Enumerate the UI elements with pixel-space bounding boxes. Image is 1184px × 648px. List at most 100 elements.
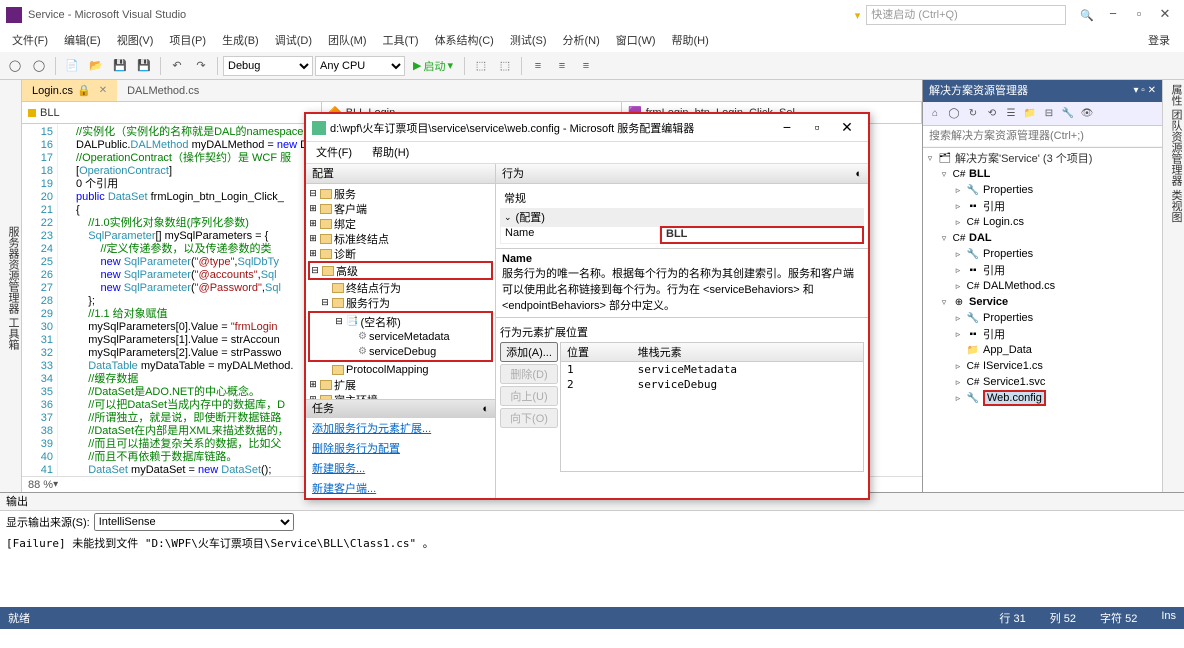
- close-icon[interactable]: ✕: [99, 80, 107, 102]
- tree-node[interactable]: ▹C#IService1.cs: [925, 358, 1160, 374]
- close-button[interactable]: ✕: [1152, 5, 1178, 25]
- sidebar-server-explorer[interactable]: 服务器资源管理器 工具箱: [0, 80, 22, 492]
- menu-edit[interactable]: 编辑(E): [56, 30, 109, 52]
- menu-architecture[interactable]: 体系结构(C): [427, 30, 502, 52]
- search-icon[interactable]: 🔍: [1080, 9, 1094, 22]
- add-button[interactable]: 添加(A)...: [500, 342, 558, 362]
- tb-icon-4[interactable]: ≡: [551, 55, 573, 77]
- se-back-icon[interactable]: ◯: [945, 105, 963, 123]
- config-select[interactable]: Debug: [223, 56, 313, 76]
- down-button[interactable]: 向下(O): [500, 408, 558, 428]
- save-icon[interactable]: 💾: [109, 55, 131, 77]
- menu-help[interactable]: 帮助(H): [664, 30, 717, 52]
- menu-view[interactable]: 视图(V): [109, 30, 162, 52]
- task-add-ext[interactable]: 添加服务行为元素扩展...: [306, 418, 495, 438]
- props-group-config[interactable]: ⌄(配置): [500, 208, 864, 226]
- tab-dalmethod-cs[interactable]: DALMethod.cs: [117, 80, 209, 101]
- tb-icon-1[interactable]: ⬚: [470, 55, 492, 77]
- menu-tools[interactable]: 工具(T): [375, 30, 427, 52]
- tree-node[interactable]: ▹▪▪引用: [925, 198, 1160, 214]
- menu-test[interactable]: 测试(S): [502, 30, 555, 52]
- tree-node[interactable]: 📁App_Data: [925, 342, 1160, 358]
- tab-login-cs[interactable]: Login.cs 🔒✕: [22, 80, 117, 101]
- config-tree-node[interactable]: ⚙serviceMetadata: [310, 329, 491, 344]
- se-filter-icon[interactable]: ☰: [1002, 105, 1020, 123]
- menu-build[interactable]: 生成(B): [214, 30, 267, 52]
- save-all-icon[interactable]: 💾: [133, 55, 155, 77]
- tree-node[interactable]: ▹▪▪引用: [925, 262, 1160, 278]
- restore-button[interactable]: ▫: [1126, 5, 1152, 25]
- se-showall-icon[interactable]: 📁: [1021, 105, 1039, 123]
- menu-debug[interactable]: 调试(D): [267, 30, 320, 52]
- se-refresh-icon[interactable]: ↻: [964, 105, 982, 123]
- menu-team[interactable]: 团队(M): [320, 30, 375, 52]
- config-tree-node[interactable]: ⊞标准终结点: [308, 231, 493, 246]
- nav-project[interactable]: BLL: [22, 102, 322, 123]
- nav-fwd-icon[interactable]: ◯: [28, 55, 50, 77]
- platform-select[interactable]: Any CPU: [315, 56, 405, 76]
- tree-node[interactable]: ▹🔧Web.config: [925, 390, 1160, 406]
- task-new-client[interactable]: 新建客户端...: [306, 478, 495, 498]
- solution-node[interactable]: ▿🗂解决方案'Service' (3 个项目): [925, 150, 1160, 166]
- config-tree-node[interactable]: ⊟服务行为: [308, 295, 493, 310]
- notification-icon[interactable]: ▾: [855, 9, 861, 22]
- tree-node[interactable]: ▹C#DALMethod.cs: [925, 278, 1160, 294]
- config-tree-node[interactable]: ⊞客户端: [308, 201, 493, 216]
- tb-icon-3[interactable]: ≡: [527, 55, 549, 77]
- tree-node[interactable]: ▹C#Login.cs: [925, 214, 1160, 230]
- sidebar-right-tabs[interactable]: 属性 团队资源管理器 类视图: [1162, 80, 1184, 492]
- menu-window[interactable]: 窗口(W): [608, 30, 664, 52]
- redo-icon[interactable]: ↷: [190, 55, 212, 77]
- config-tree-node[interactable]: ⊞诊断: [308, 246, 493, 261]
- sign-in-link[interactable]: 登录: [1138, 30, 1180, 52]
- dialog-max-button[interactable]: ▫: [802, 118, 832, 138]
- config-tree-node[interactable]: ⊞宿主环境: [308, 392, 493, 399]
- config-tree-node[interactable]: ⊞绑定: [308, 216, 493, 231]
- config-tree-node[interactable]: ⊞扩展: [308, 377, 493, 392]
- remove-button[interactable]: 删除(D): [500, 364, 558, 384]
- open-icon[interactable]: 📂: [85, 55, 107, 77]
- quick-launch-input[interactable]: 快速启动 (Ctrl+Q): [866, 5, 1066, 25]
- dialog-menu-file[interactable]: 文件(F): [310, 142, 358, 163]
- se-home-icon[interactable]: ⌂: [926, 105, 944, 123]
- minimize-button[interactable]: −: [1100, 5, 1126, 25]
- config-tree-node[interactable]: ⊟服务: [308, 186, 493, 201]
- tree-node[interactable]: ▿⊕Service: [925, 294, 1160, 310]
- se-collapse-icon[interactable]: ⊟: [1040, 105, 1058, 123]
- undo-icon[interactable]: ↶: [166, 55, 188, 77]
- solution-search-input[interactable]: [923, 126, 1162, 146]
- config-tree-node[interactable]: ⚙serviceDebug: [310, 344, 491, 359]
- tree-node[interactable]: ▿C#BLL: [925, 166, 1160, 182]
- start-button[interactable]: ▶ 启动 ▾: [407, 58, 459, 74]
- task-new-service[interactable]: 新建服务...: [306, 458, 495, 478]
- menu-analyze[interactable]: 分析(N): [555, 30, 608, 52]
- tree-node[interactable]: ▹🔧Properties: [925, 182, 1160, 198]
- menu-project[interactable]: 项目(P): [161, 30, 214, 52]
- config-tree-node[interactable]: ⊟📑(空名称): [310, 314, 491, 329]
- output-body[interactable]: [Failure] 未能找到文件 "D:\WPF\火车订票项目\Service\…: [0, 533, 1184, 607]
- config-tree-node[interactable]: ⊟高级: [310, 263, 491, 278]
- config-tree-node[interactable]: ProtocolMapping: [308, 362, 493, 377]
- dialog-close-button[interactable]: ✕: [832, 118, 862, 138]
- tree-node[interactable]: ▿C#DAL: [925, 230, 1160, 246]
- tb-icon-2[interactable]: ⬚: [494, 55, 516, 77]
- dialog-min-button[interactable]: −: [772, 118, 802, 138]
- tree-node[interactable]: ▹C#Service1.svc: [925, 374, 1160, 390]
- extensions-list[interactable]: 位置堆栈元素 1serviceMetadata 2serviceDebug: [560, 342, 864, 472]
- new-icon[interactable]: 📄: [61, 55, 83, 77]
- menu-file[interactable]: 文件(F): [4, 30, 56, 52]
- prop-name-value[interactable]: BLL: [660, 226, 864, 244]
- tree-node[interactable]: ▹🔧Properties: [925, 246, 1160, 262]
- tree-node[interactable]: ▹🔧Properties: [925, 310, 1160, 326]
- task-delete-behavior[interactable]: 删除服务行为配置: [306, 438, 495, 458]
- config-tree-node[interactable]: 终结点行为: [308, 280, 493, 295]
- tree-node[interactable]: ▹▪▪引用: [925, 326, 1160, 342]
- nav-back-icon[interactable]: ◯: [4, 55, 26, 77]
- output-source-select[interactable]: IntelliSense: [94, 513, 294, 531]
- se-props-icon[interactable]: 🔧: [1059, 105, 1077, 123]
- up-button[interactable]: 向上(U): [500, 386, 558, 406]
- se-preview-icon[interactable]: 👁: [1078, 105, 1096, 123]
- tb-icon-5[interactable]: ≡: [575, 55, 597, 77]
- se-sync-icon[interactable]: ⟲: [983, 105, 1001, 123]
- dialog-menu-help[interactable]: 帮助(H): [366, 142, 415, 163]
